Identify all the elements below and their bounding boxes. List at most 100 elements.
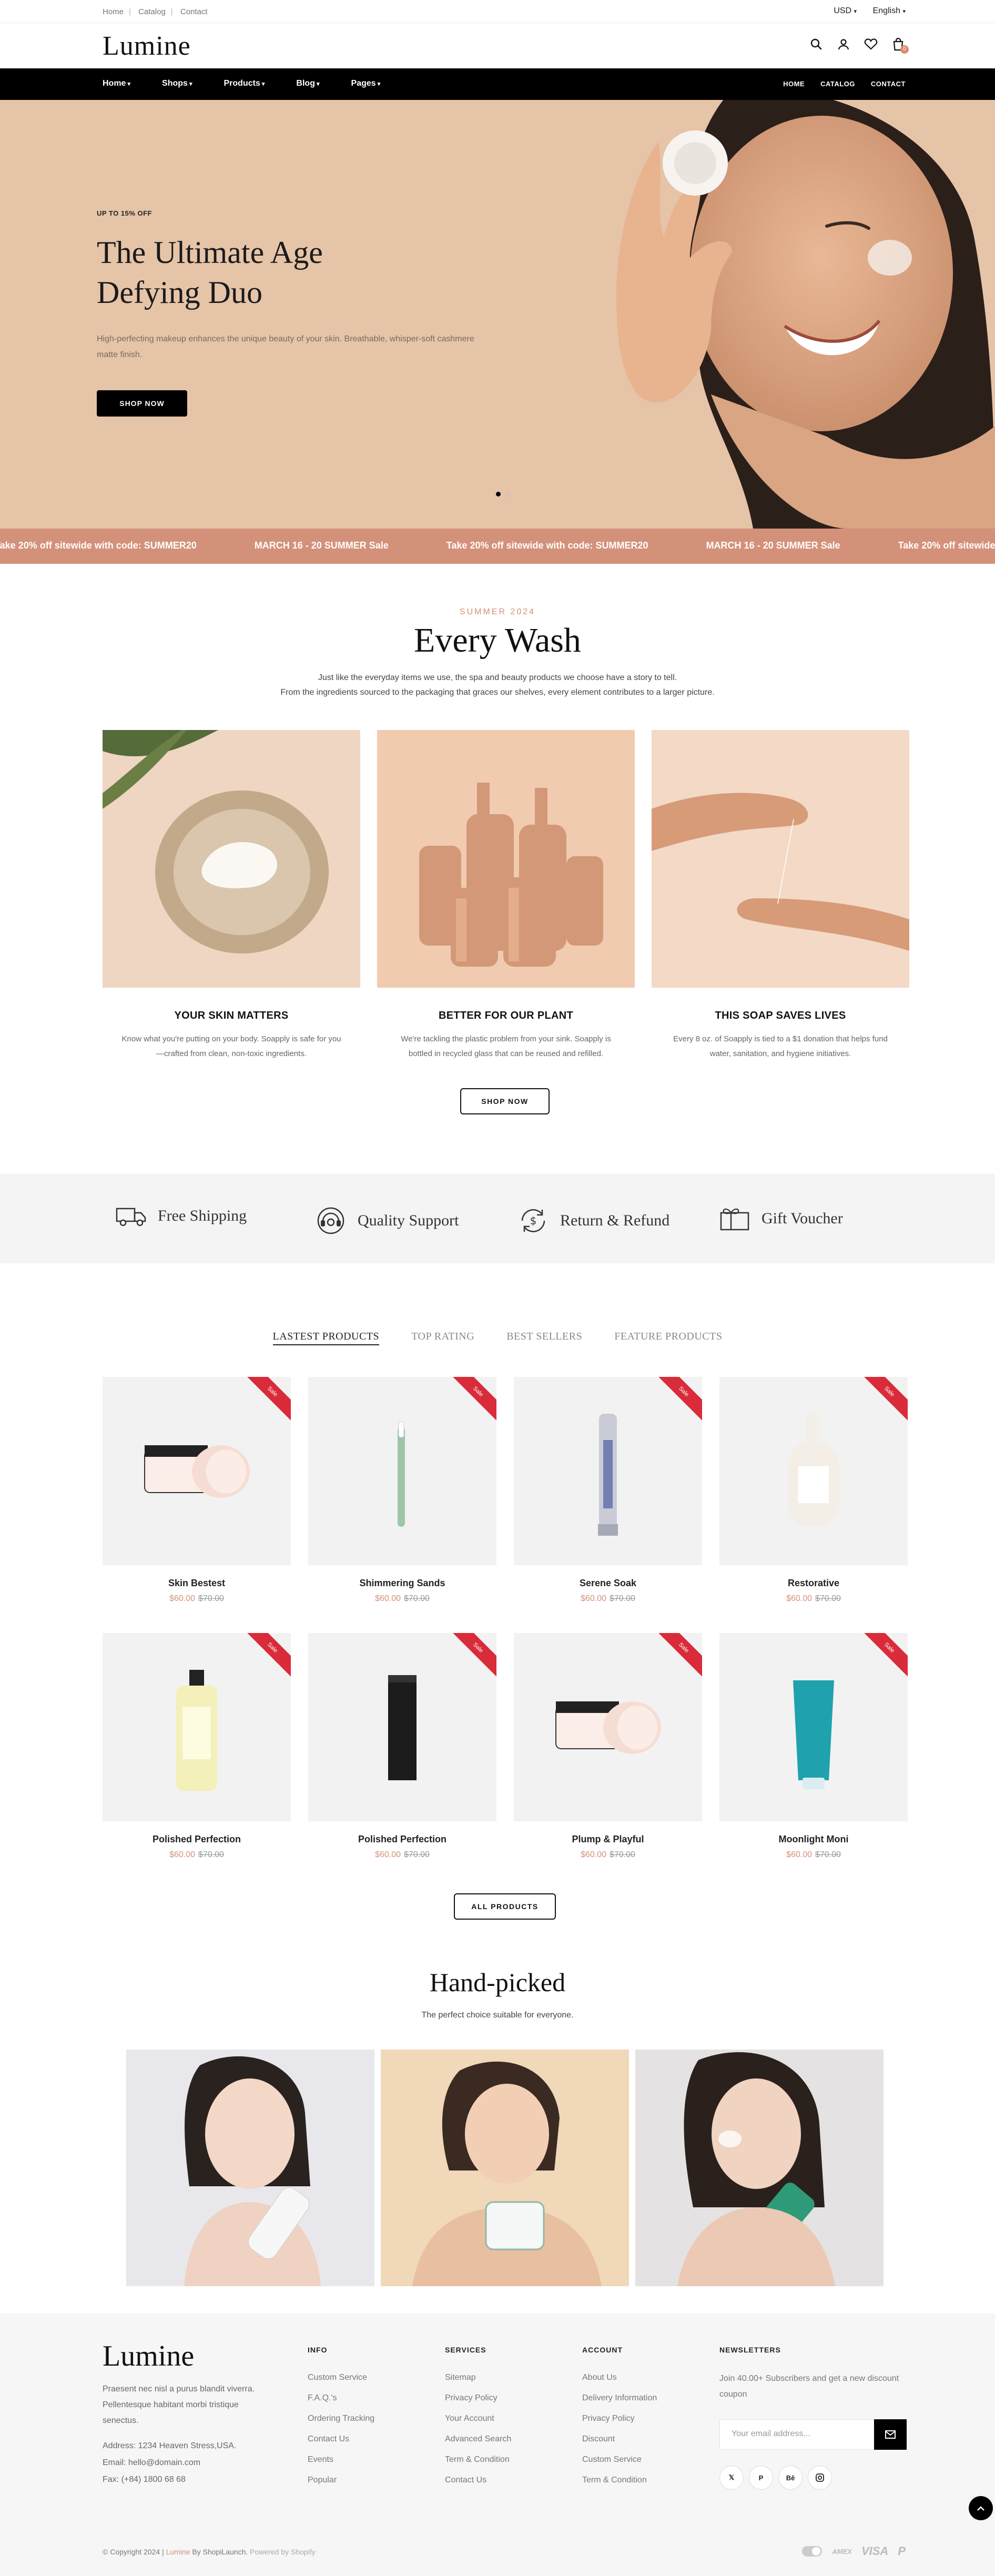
- product-card[interactable]: Sale Polished Perfection $60.00 $70.00: [308, 1633, 496, 1860]
- product-price: $60.00 $70.00: [169, 1850, 224, 1859]
- copyright-brand-link[interactable]: Lumine: [166, 2548, 190, 2556]
- footer-link[interactable]: Privacy Policy: [582, 2414, 657, 2435]
- footer-link[interactable]: Popular: [308, 2476, 374, 2496]
- tab-top-rating[interactable]: TOP RATING: [411, 1331, 474, 1342]
- footer-col-account: ACCOUNT About Us Delivery Information Pr…: [582, 2346, 657, 2496]
- marquee-item: Take 20% off sitewide with code: SUMMER2…: [0, 540, 197, 551]
- tab-feature-products[interactable]: FEATURE PRODUCTS: [614, 1331, 722, 1342]
- newsletter-email-input[interactable]: Your email address...: [719, 2419, 874, 2450]
- product-image[interactable]: Sale: [514, 1633, 702, 1821]
- tab-latest-products[interactable]: LASTEST PRODUCTS: [272, 1331, 380, 1345]
- top-link-catalog[interactable]: Catalog: [138, 7, 166, 16]
- truck-icon: [116, 1208, 146, 1226]
- nav-blog[interactable]: Blog: [296, 79, 319, 88]
- footer-link[interactable]: F.A.Q.'s: [308, 2394, 374, 2414]
- footer-link[interactable]: Ordering Tracking: [308, 2414, 374, 2435]
- handpicked-title: Hand-picked: [429, 1968, 566, 1997]
- behance-icon[interactable]: Bē: [778, 2466, 803, 2490]
- product-card[interactable]: Sale Polished Perfection $60.00 $70.00: [103, 1633, 291, 1860]
- slider-dot[interactable]: [506, 492, 511, 496]
- footer-col-title: SERVICES: [445, 2346, 486, 2354]
- footer-link[interactable]: Events: [308, 2455, 374, 2476]
- footer-col-info: INFO Custom Service F.A.Q.'s Ordering Tr…: [308, 2346, 374, 2496]
- footer-address: Address: 1234 Heaven Stress,USA.: [103, 2441, 237, 2450]
- wash-shop-now-button[interactable]: SHOP NOW: [460, 1088, 550, 1114]
- nav-pages[interactable]: Pages: [351, 79, 381, 88]
- product-card[interactable]: Sale Shimmering Sands $60.00 $70.00: [308, 1377, 496, 1604]
- feature-title-planet: BETTER FOR OUR PLANT: [439, 1010, 573, 1021]
- footer-link[interactable]: Custom Service: [582, 2455, 657, 2476]
- hero-description: High-perfecting makeup enhances the uniq…: [97, 334, 474, 359]
- product-image[interactable]: Sale: [103, 1633, 291, 1821]
- product-image[interactable]: Sale: [719, 1377, 908, 1565]
- product-name[interactable]: Polished Perfection: [308, 1834, 496, 1845]
- product-price: $60.00 $70.00: [375, 1850, 430, 1859]
- account-icon[interactable]: [836, 37, 851, 52]
- product-image[interactable]: Sale: [308, 1377, 496, 1565]
- tab-best-sellers[interactable]: BEST SELLERS: [506, 1331, 582, 1342]
- all-products-button[interactable]: ALL PRODUCTS: [454, 1893, 556, 1920]
- nav-quick-catalog[interactable]: CATALOG: [820, 80, 855, 88]
- footer-link[interactable]: Privacy Policy: [445, 2394, 511, 2414]
- footer-link[interactable]: Contact Us: [308, 2435, 374, 2455]
- product-image[interactable]: Sale: [308, 1633, 496, 1821]
- top-link-home[interactable]: Home: [103, 7, 124, 16]
- footer-link[interactable]: About Us: [582, 2373, 657, 2394]
- nav-products[interactable]: Products: [224, 79, 265, 88]
- search-icon[interactable]: [809, 37, 824, 52]
- product-image[interactable]: Sale: [719, 1633, 908, 1821]
- footer-link[interactable]: Term & Condition: [582, 2476, 657, 2496]
- cart-icon[interactable]: 0: [891, 37, 909, 54]
- instagram-icon[interactable]: [808, 2466, 832, 2490]
- product-name[interactable]: Plump & Playful: [514, 1834, 702, 1845]
- nav-quick-contact[interactable]: CONTACT: [871, 80, 906, 88]
- product-card[interactable]: Sale Skin Bestest $60.00 $70.00: [103, 1377, 291, 1604]
- footer-link[interactable]: Delivery Information: [582, 2394, 657, 2414]
- footer-link[interactable]: Custom Service: [308, 2373, 374, 2394]
- top-links: Home | Catalog | Contact: [103, 7, 208, 16]
- product-name[interactable]: Moonlight Moni: [719, 1834, 908, 1845]
- slider-dot-active[interactable]: [496, 492, 501, 496]
- gift-icon: [720, 1208, 749, 1231]
- wishlist-icon[interactable]: [864, 37, 878, 52]
- nav-shops[interactable]: Shops: [162, 79, 192, 88]
- toggle-card-icon: [802, 2546, 823, 2557]
- footer-link[interactable]: Sitemap: [445, 2373, 511, 2394]
- site-logo[interactable]: Lumine: [103, 31, 191, 62]
- product-name[interactable]: Serene Soak: [514, 1578, 702, 1589]
- product-name[interactable]: Skin Bestest: [103, 1578, 291, 1589]
- handpicked-image-1[interactable]: [126, 2050, 374, 2286]
- product-card[interactable]: Sale Serene Soak $60.00 $70.00: [514, 1377, 702, 1604]
- copyright: © Copyright 2024 | Lumine By ShopiLaunch…: [103, 2548, 316, 2556]
- newsletter-submit-button[interactable]: [874, 2419, 907, 2450]
- product-name[interactable]: Restorative: [719, 1578, 908, 1589]
- footer-link[interactable]: Discount: [582, 2435, 657, 2455]
- footer-link[interactable]: Term & Condition: [445, 2455, 511, 2476]
- nav-quick-home[interactable]: HOME: [783, 80, 805, 88]
- wash-title: Every Wash: [414, 621, 581, 660]
- footer-link[interactable]: Advanced Search: [445, 2435, 511, 2455]
- back-to-top-button[interactable]: [969, 2496, 993, 2520]
- pinterest-icon[interactable]: P: [749, 2466, 773, 2490]
- product-card[interactable]: Sale Plump & Playful $60.00 $70.00: [514, 1633, 702, 1860]
- product-card[interactable]: Sale Restorative $60.00 $70.00: [719, 1377, 908, 1604]
- service-return-refund: $ Return & Refund: [518, 1205, 669, 1236]
- product-image[interactable]: Sale: [103, 1377, 291, 1565]
- product-card[interactable]: Sale Moonlight Moni $60.00 $70.00: [719, 1633, 908, 1860]
- footer-link[interactable]: Contact Us: [445, 2476, 511, 2496]
- product-image[interactable]: Sale: [514, 1377, 702, 1565]
- twitter-icon[interactable]: 𝕏: [719, 2466, 744, 2490]
- handpicked-image-3[interactable]: [635, 2050, 884, 2286]
- hero-shop-now-button[interactable]: SHOP NOW: [97, 390, 187, 417]
- footer-link[interactable]: Your Account: [445, 2414, 511, 2435]
- top-link-contact[interactable]: Contact: [180, 7, 208, 16]
- footer-col-services: SERVICES Sitemap Privacy Policy Your Acc…: [445, 2346, 511, 2496]
- feature-image-bottles: [377, 730, 635, 988]
- nav-home[interactable]: Home: [103, 79, 130, 88]
- product-name[interactable]: Shimmering Sands: [308, 1578, 496, 1589]
- product-name[interactable]: Polished Perfection: [103, 1834, 291, 1845]
- footer-logo[interactable]: Lumine: [103, 2339, 194, 2373]
- handpicked-image-2[interactable]: [381, 2050, 629, 2286]
- currency-select[interactable]: USD ▾: [834, 6, 857, 15]
- language-select[interactable]: English ▾: [873, 6, 906, 15]
